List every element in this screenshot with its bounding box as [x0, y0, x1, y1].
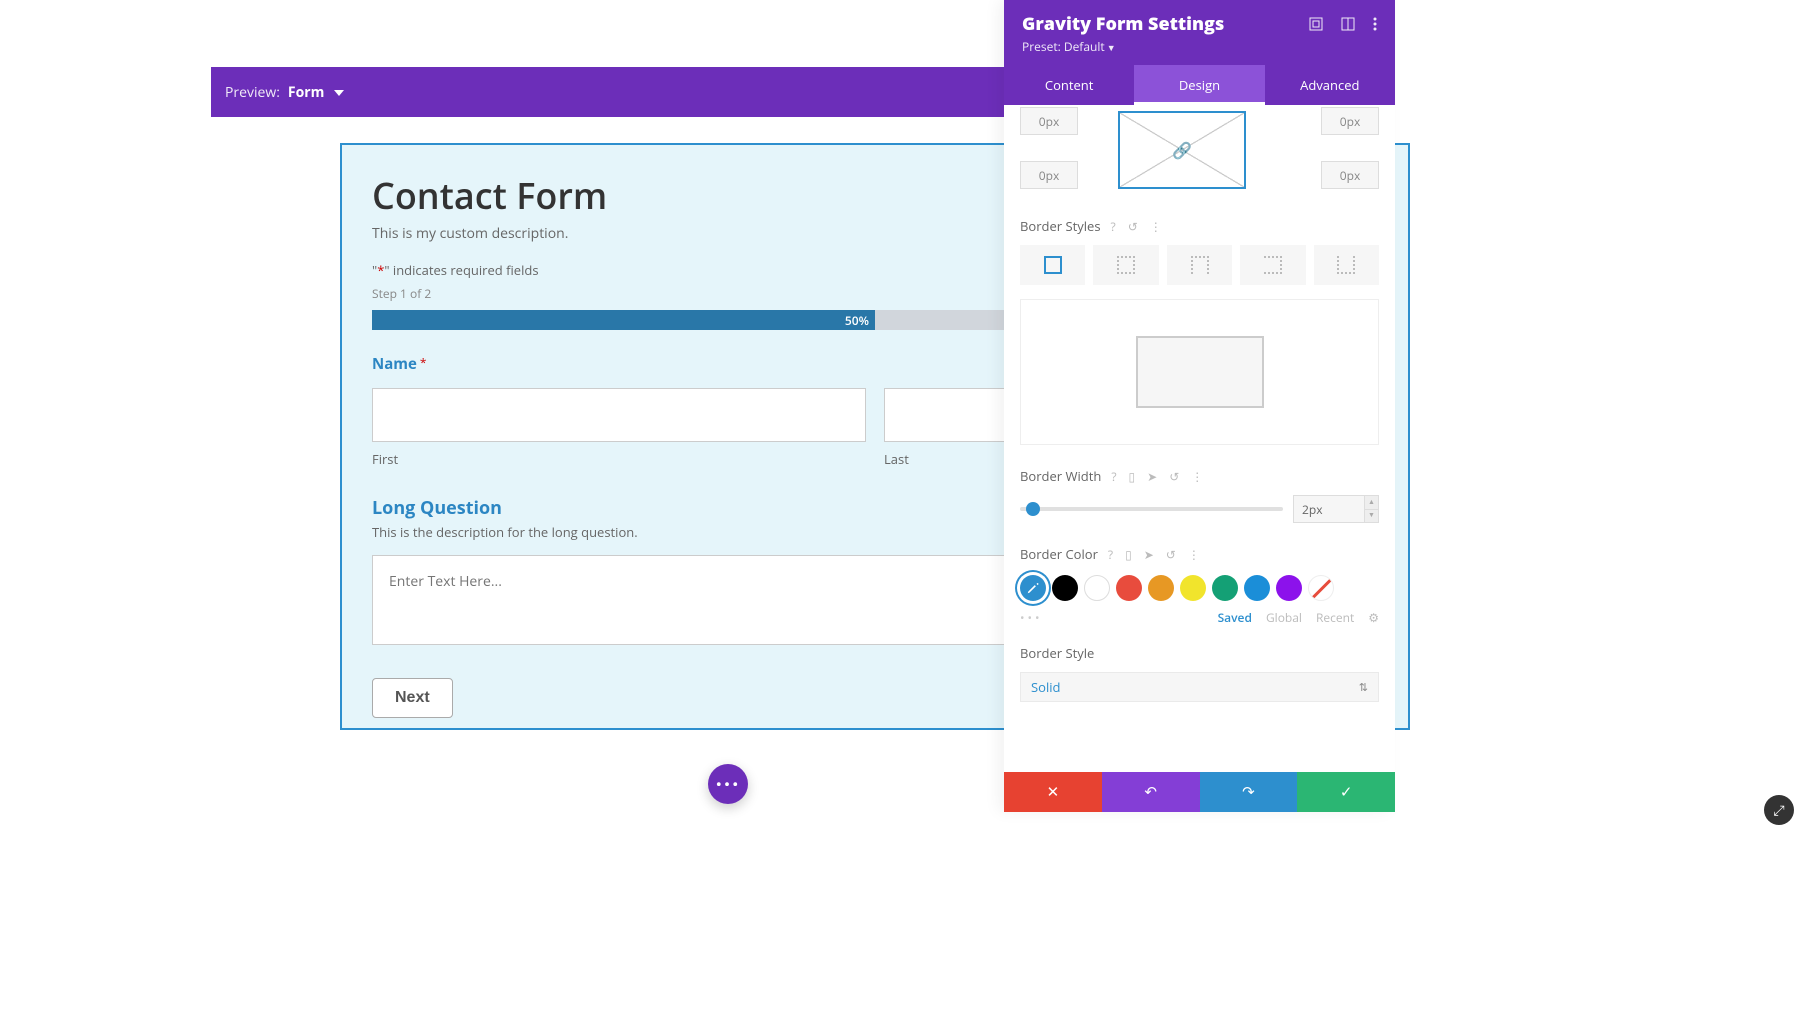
border-style-right[interactable]: [1167, 245, 1232, 285]
undo-button[interactable]: ↶: [1102, 772, 1200, 812]
redo-icon: ↷: [1242, 782, 1255, 802]
confirm-button[interactable]: ✓: [1297, 772, 1395, 812]
color-swatch-purple[interactable]: [1276, 575, 1302, 601]
margin-top-right-input[interactable]: 0px: [1321, 107, 1379, 135]
border-color-label: Border Color: [1020, 545, 1098, 563]
preview-form-selector[interactable]: Form: [288, 83, 344, 102]
color-tab-recent[interactable]: Recent: [1316, 609, 1354, 626]
tab-design[interactable]: Design: [1134, 65, 1264, 105]
help-icon[interactable]: ?: [1111, 218, 1116, 235]
color-swatch-black[interactable]: [1052, 575, 1078, 601]
preview-form-name: Form: [288, 83, 324, 102]
margin-preview-rect: 🔗: [1118, 111, 1246, 189]
stepper-down-icon[interactable]: ▼: [1364, 510, 1378, 523]
reset-icon[interactable]: ↺: [1128, 218, 1138, 235]
more-colors-icon[interactable]: •••: [1020, 609, 1043, 626]
border-styles-label: Border Styles: [1020, 217, 1101, 235]
panel-header: Gravity Form Settings Preset: Default▼: [1004, 0, 1395, 65]
first-name-col: First: [372, 388, 866, 468]
panel-footer: ✕ ↶ ↷ ✓: [1004, 772, 1395, 812]
border-style-label: Border Style: [1020, 644, 1094, 662]
fullscreen-icon[interactable]: [1309, 17, 1323, 31]
help-icon[interactable]: ?: [1111, 468, 1116, 485]
border-width-slider[interactable]: [1020, 507, 1283, 511]
panel-tabs: Content Design Advanced: [1004, 65, 1395, 105]
border-style-options: [1020, 245, 1379, 285]
first-name-input[interactable]: [372, 388, 866, 442]
border-style-select[interactable]: Solid: [1020, 672, 1379, 702]
margin-bottom-right-input[interactable]: 0px: [1321, 161, 1379, 189]
panel-head-icons: [1309, 12, 1377, 31]
chevron-down-icon: ▼: [1107, 41, 1116, 54]
first-name-sublabel: First: [372, 450, 866, 468]
border-style-left[interactable]: [1314, 245, 1379, 285]
reset-icon[interactable]: ↺: [1169, 468, 1179, 485]
border-styles-row: Border Styles ? ↺ ⋮: [1020, 217, 1379, 235]
settings-panel: Gravity Form Settings Preset: Default▼ C…: [1004, 0, 1395, 812]
kebab-icon[interactable]: ⋮: [1188, 546, 1200, 563]
border-preview-inner: [1136, 336, 1264, 408]
margin-bottom-left-input[interactable]: 0px: [1020, 161, 1078, 189]
check-icon: ✓: [1340, 782, 1353, 802]
stepper-up-icon[interactable]: ▲: [1364, 496, 1378, 510]
color-tab-saved[interactable]: Saved: [1218, 609, 1252, 626]
redo-button[interactable]: ↷: [1200, 772, 1298, 812]
chevron-down-icon: [334, 90, 344, 96]
link-icon[interactable]: 🔗: [1172, 139, 1192, 161]
color-swatch-blue[interactable]: [1244, 575, 1270, 601]
border-style-bottom[interactable]: [1240, 245, 1305, 285]
asterisk-icon: *: [420, 354, 427, 371]
phone-icon[interactable]: ▯: [1129, 468, 1136, 485]
color-swatch-orange[interactable]: [1148, 575, 1174, 601]
corner-expand-button[interactable]: ⤢: [1764, 795, 1794, 825]
border-style-label-row: Border Style: [1020, 644, 1379, 662]
next-button[interactable]: Next: [372, 678, 453, 718]
cancel-button[interactable]: ✕: [1004, 772, 1102, 812]
kebab-icon[interactable]: ⋮: [1191, 468, 1203, 485]
panel-preset[interactable]: Preset: Default▼: [1022, 38, 1309, 55]
kebab-icon[interactable]: ⋮: [1150, 218, 1162, 235]
border-width-label: Border Width: [1020, 467, 1101, 485]
color-swatch-none[interactable]: [1308, 575, 1334, 601]
columns-icon[interactable]: [1341, 17, 1355, 31]
border-width-slider-row: 2px ▲ ▼: [1020, 495, 1379, 523]
color-swatch-green[interactable]: [1212, 575, 1238, 601]
border-color-row: Border Color ? ▯ ➤ ↺ ⋮: [1020, 545, 1379, 563]
border-width-row: Border Width ? ▯ ➤ ↺ ⋮: [1020, 467, 1379, 485]
ellipsis-icon: ···: [716, 769, 741, 799]
margin-diagram: 0px 0px 0px 0px 🔗: [1020, 107, 1379, 195]
border-width-value-input[interactable]: 2px ▲ ▼: [1293, 495, 1379, 523]
fab-more-button[interactable]: ···: [708, 764, 748, 804]
close-icon: ✕: [1047, 782, 1060, 802]
border-style-top[interactable]: [1093, 245, 1158, 285]
color-swatch-white[interactable]: [1084, 575, 1110, 601]
border-style-all[interactable]: [1020, 245, 1085, 285]
gear-icon[interactable]: ⚙: [1368, 609, 1379, 626]
margin-top-left-input[interactable]: 0px: [1020, 107, 1078, 135]
color-swatch-group: ••• Saved Global Recent ⚙: [1020, 575, 1379, 626]
cursor-icon[interactable]: ➤: [1147, 468, 1157, 485]
color-swatch-red[interactable]: [1116, 575, 1142, 601]
phone-icon[interactable]: ▯: [1125, 546, 1132, 563]
tab-content[interactable]: Content: [1004, 65, 1134, 105]
cursor-icon[interactable]: ➤: [1144, 546, 1154, 563]
preview-label: Preview:: [225, 83, 280, 102]
panel-body: 0px 0px 0px 0px 🔗 Border Styles ? ↺ ⋮: [1004, 105, 1395, 772]
color-picker-swatch[interactable]: [1020, 575, 1046, 601]
help-icon[interactable]: ?: [1108, 546, 1113, 563]
expand-icon: ⤢: [1773, 801, 1784, 820]
undo-icon: ↶: [1144, 782, 1157, 802]
reset-icon[interactable]: ↺: [1166, 546, 1176, 563]
color-tab-global[interactable]: Global: [1266, 609, 1302, 626]
kebab-icon[interactable]: [1373, 17, 1377, 31]
progress-pct: 50%: [845, 312, 869, 329]
border-preview-box: [1020, 299, 1379, 445]
panel-title: Gravity Form Settings: [1022, 12, 1309, 36]
color-swatch-yellow[interactable]: [1180, 575, 1206, 601]
progress-bar-fill: 50%: [372, 310, 875, 330]
tab-advanced[interactable]: Advanced: [1265, 65, 1395, 105]
